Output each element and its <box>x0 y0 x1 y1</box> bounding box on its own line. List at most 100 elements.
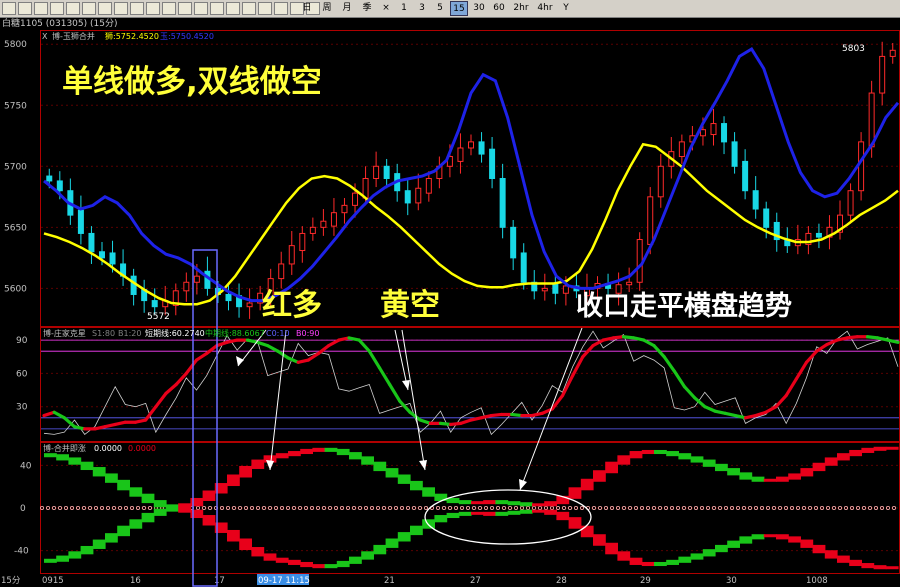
bottom-bar <box>776 476 789 482</box>
bottom-bar <box>239 538 252 551</box>
toolbar-icon[interactable] <box>146 2 160 15</box>
candle-body <box>647 196 654 245</box>
main-y-tick: 5700 <box>4 162 27 172</box>
bottom-legend-value2: 0.0000 <box>128 444 156 453</box>
bottom-bar <box>495 500 509 505</box>
toolbar-icon[interactable] <box>2 2 16 15</box>
period-tab[interactable]: 4hr <box>534 1 556 16</box>
period-tab[interactable]: 3 <box>414 1 430 16</box>
bottom-bar <box>373 544 387 555</box>
toolbar-icon[interactable] <box>162 2 176 15</box>
toolbar-icon[interactable] <box>242 2 256 15</box>
osc-legend-b0: B0:90 <box>296 329 319 338</box>
candle-body <box>468 141 474 149</box>
candle-body <box>404 190 411 204</box>
toolbar-icon[interactable] <box>258 2 272 15</box>
bottom-bar <box>300 448 313 455</box>
toolbar-icon[interactable] <box>178 2 192 15</box>
osc-mid-segment <box>377 366 392 387</box>
x-axis-label: 16 <box>130 576 141 586</box>
period-tab[interactable]: 季 <box>358 1 376 16</box>
x-axis-label: 28 <box>556 576 567 586</box>
bottom-bar <box>544 509 557 515</box>
x-axis-label: 1008 <box>806 576 828 586</box>
candle-body <box>288 245 295 265</box>
toolbar-icon[interactable] <box>210 2 224 15</box>
main-legend-a: 狮:5752.4520 <box>105 32 159 41</box>
bottom-bar <box>324 564 338 569</box>
period-tab[interactable]: 周 <box>318 1 336 16</box>
bottom-bar <box>678 556 692 563</box>
x-axis-label: 27 <box>470 576 481 586</box>
bottom-bar <box>849 449 862 457</box>
bottom-bar <box>385 468 399 478</box>
toolbar-icon[interactable] <box>98 2 112 15</box>
bottom-bar <box>373 461 387 472</box>
period-tab[interactable]: × <box>378 1 394 16</box>
bottom-bar <box>458 511 472 516</box>
bottom-bar <box>507 501 521 506</box>
candle-body <box>151 300 158 308</box>
toolbar-icon[interactable] <box>34 2 48 15</box>
period-tab[interactable]: 5 <box>432 1 448 16</box>
bottom-bar <box>690 456 704 463</box>
bottom-bar <box>153 500 167 508</box>
toolbar-icon[interactable] <box>194 2 208 15</box>
period-tab[interactable]: 15 <box>450 1 468 16</box>
bottom-bar <box>422 487 435 497</box>
bottom-bar <box>715 463 728 472</box>
bottom-bar <box>776 534 789 540</box>
period-tab[interactable]: 30 <box>470 1 488 16</box>
x-axis-label: 17 <box>214 576 225 586</box>
osc-mid-segment <box>286 356 300 364</box>
toolbar-icon[interactable] <box>130 2 144 15</box>
bottom-bar <box>153 508 167 516</box>
bottom-bar <box>800 539 814 548</box>
bottom-bar <box>544 501 557 507</box>
x-axis-label: 09-17 11:15 <box>258 576 310 586</box>
period-tab[interactable]: Y <box>558 1 574 16</box>
toolbar-icon[interactable] <box>82 2 96 15</box>
bottom-bar <box>873 446 887 451</box>
bottom-bar <box>410 525 423 536</box>
toolbar-icon[interactable] <box>226 2 240 15</box>
toolbar-icon[interactable] <box>18 2 32 15</box>
bottom-bar <box>593 534 606 546</box>
bottom-bar <box>141 493 155 504</box>
candle-body <box>636 239 643 283</box>
bottom-bar <box>397 532 411 542</box>
bottom-bar <box>593 470 606 482</box>
osc-y-tick: 60 <box>16 369 28 379</box>
toolbar-icon[interactable] <box>274 2 288 15</box>
toolbar-icon[interactable] <box>50 2 64 15</box>
bottom-bar <box>629 557 643 565</box>
bottom-bar <box>275 453 289 459</box>
bottom-bar <box>56 555 69 562</box>
osc-mid-segment <box>388 382 402 403</box>
candle-body <box>520 252 527 283</box>
bottom-bar <box>739 536 753 544</box>
candle-body <box>710 123 717 136</box>
candle-body <box>373 165 380 180</box>
bottom-legend-name: 博-合并即涨 <box>43 443 86 453</box>
period-tab[interactable]: 月 <box>338 1 356 16</box>
osc-mid-segment <box>794 360 809 381</box>
candle-body <box>742 160 749 192</box>
candle-body <box>657 165 664 198</box>
period-tab[interactable]: 60 <box>490 1 508 16</box>
toolbar-icon[interactable] <box>66 2 80 15</box>
osc-mid-segment <box>194 351 209 362</box>
bottom-bar <box>849 559 862 567</box>
candle-body <box>425 178 432 194</box>
candle-body <box>858 141 865 192</box>
bottom-bar <box>800 468 814 477</box>
osc-mid-segment <box>703 405 717 413</box>
toolbar-icon[interactable] <box>114 2 128 15</box>
bottom-bar <box>202 515 216 526</box>
osc-mid-segment <box>174 371 188 387</box>
bottom-bar <box>532 509 545 513</box>
bottom-bar <box>312 564 326 569</box>
period-tab[interactable]: 2hr <box>510 1 532 16</box>
period-tab[interactable]: 1 <box>396 1 412 16</box>
period-tab[interactable]: 日 <box>298 1 316 16</box>
